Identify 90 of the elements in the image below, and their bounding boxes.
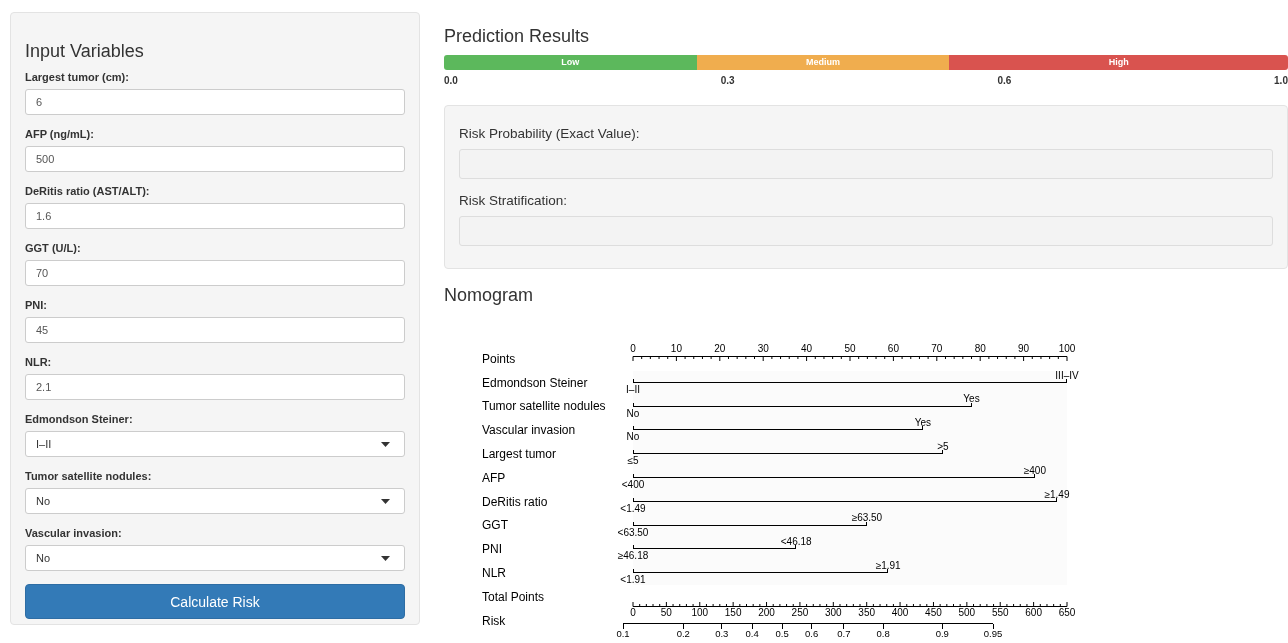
tick-label: 0.2 <box>676 628 690 639</box>
axis-label: Total Points <box>481 589 546 604</box>
tick-label: <1.91 <box>620 575 646 586</box>
tick-label: III–IV <box>1055 370 1079 381</box>
tick-label: ≥1.91 <box>875 560 901 571</box>
scale-tick-label: 0.0 <box>444 75 458 86</box>
tick-label: 0.7 <box>837 628 851 639</box>
tick-label: 0.6 <box>805 628 819 639</box>
calculate-button[interactable]: Calculate Risk <box>25 584 405 619</box>
tick-label: <46.18 <box>780 537 812 548</box>
section-title: Prediction Results <box>444 26 591 47</box>
tick-label: 50 <box>844 343 856 354</box>
tick-label: 650 <box>1058 606 1076 618</box>
tick-label: Yes <box>963 394 980 405</box>
tick-label: 0.1 <box>616 628 630 639</box>
tick-label: 100 <box>691 606 709 618</box>
field-label: Tumor satellite nodules: <box>25 470 153 482</box>
tick-label: 60 <box>887 343 899 354</box>
tick-label: >5 <box>937 442 949 452</box>
output-label: Risk Stratification: <box>459 193 569 208</box>
axis-label: Risk <box>481 613 507 628</box>
tick-label: No <box>626 432 640 443</box>
caret-icon <box>381 498 390 504</box>
tick-label: <63.50 <box>617 527 649 538</box>
scale-tick-label: 0.6 <box>997 75 1012 86</box>
tick-label: 0 <box>630 606 636 618</box>
tick-label: 350 <box>858 606 876 618</box>
tick-label: 250 <box>791 606 809 618</box>
tick-label: 40 <box>801 343 813 354</box>
tick-label: 0 <box>630 343 636 354</box>
risk-scale-segment: Medium <box>696 55 950 70</box>
tick-label: 450 <box>925 606 942 618</box>
tick-label: 0.95 <box>983 628 1003 639</box>
tick-label: 50 <box>660 606 672 618</box>
input-field[interactable]: 500 <box>25 146 405 172</box>
field-label: AFP (ng/mL): <box>25 128 95 140</box>
panel-title: Input Variables <box>25 41 145 62</box>
field-label: DeRitis ratio (AST/ALT): <box>25 185 151 197</box>
tick-label: No <box>626 408 640 419</box>
output-label: Risk Probability (Exact Value): <box>459 126 641 141</box>
input-field[interactable]: 2.1 <box>25 374 405 400</box>
dropdown[interactable]: No <box>25 488 405 514</box>
tick-label: ≥400 <box>1023 465 1046 476</box>
input-field[interactable]: 6 <box>25 89 405 115</box>
risk-scale-segment: Low <box>444 55 697 70</box>
tick-label: 300 <box>824 606 842 618</box>
tick-label: 500 <box>958 606 976 618</box>
tick-label: 80 <box>974 343 986 354</box>
tick-label: Yes <box>914 418 932 429</box>
tick-label: 30 <box>757 343 769 354</box>
field-label: Largest tumor (cm): <box>25 71 130 83</box>
risk-scale-segment: High <box>949 55 1288 70</box>
tick-label: 150 <box>724 606 742 618</box>
tick-label: 200 <box>758 606 775 618</box>
caret-icon <box>381 555 390 561</box>
tick-label: 10 <box>670 343 682 354</box>
tick-label: 0.8 <box>876 628 890 639</box>
input-field[interactable]: 70 <box>25 260 405 286</box>
scale-tick-label: 0.3 <box>720 75 735 86</box>
tick-label: ≥63.50 <box>851 513 883 524</box>
field-label: Vascular invasion: <box>25 527 123 539</box>
tick-label: 90 <box>1018 343 1030 354</box>
tick-label: 0.9 <box>935 628 949 639</box>
scale-tick-label: 1.0 <box>1274 75 1288 86</box>
tick-label: 400 <box>891 606 909 618</box>
caret-icon <box>381 441 390 447</box>
tick-label: ≥1.49 <box>1044 489 1070 500</box>
tick-label: <400 <box>621 480 645 490</box>
field-label: NLR: <box>25 356 53 368</box>
tick-label: 0.3 <box>715 628 729 639</box>
field-label: Edmondson Steiner: <box>25 413 134 425</box>
tick-label: 550 <box>991 606 1009 618</box>
input-field[interactable]: 1.6 <box>25 203 405 229</box>
tick-label: <1.49 <box>620 503 646 514</box>
tick-label: I–II <box>626 384 640 395</box>
tick-label: 20 <box>714 343 726 354</box>
tick-label: 0.5 <box>775 628 789 639</box>
dropdown[interactable]: I–II <box>25 431 405 457</box>
input-field[interactable]: 45 <box>25 317 405 343</box>
field-label: PNI: <box>25 299 48 311</box>
axis-label: Points <box>481 351 517 366</box>
tick-label: ≥46.18 <box>617 551 649 562</box>
dropdown[interactable]: No <box>25 545 405 571</box>
tick-label: 600 <box>1025 606 1042 618</box>
section-title: Nomogram <box>444 285 535 306</box>
field-label: GGT (U/L): <box>25 242 82 254</box>
tick-label: ≤5 <box>627 456 639 467</box>
tick-label: 0.4 <box>745 628 759 639</box>
tick-label: 70 <box>931 343 943 354</box>
tick-label: 100 <box>1058 343 1076 354</box>
